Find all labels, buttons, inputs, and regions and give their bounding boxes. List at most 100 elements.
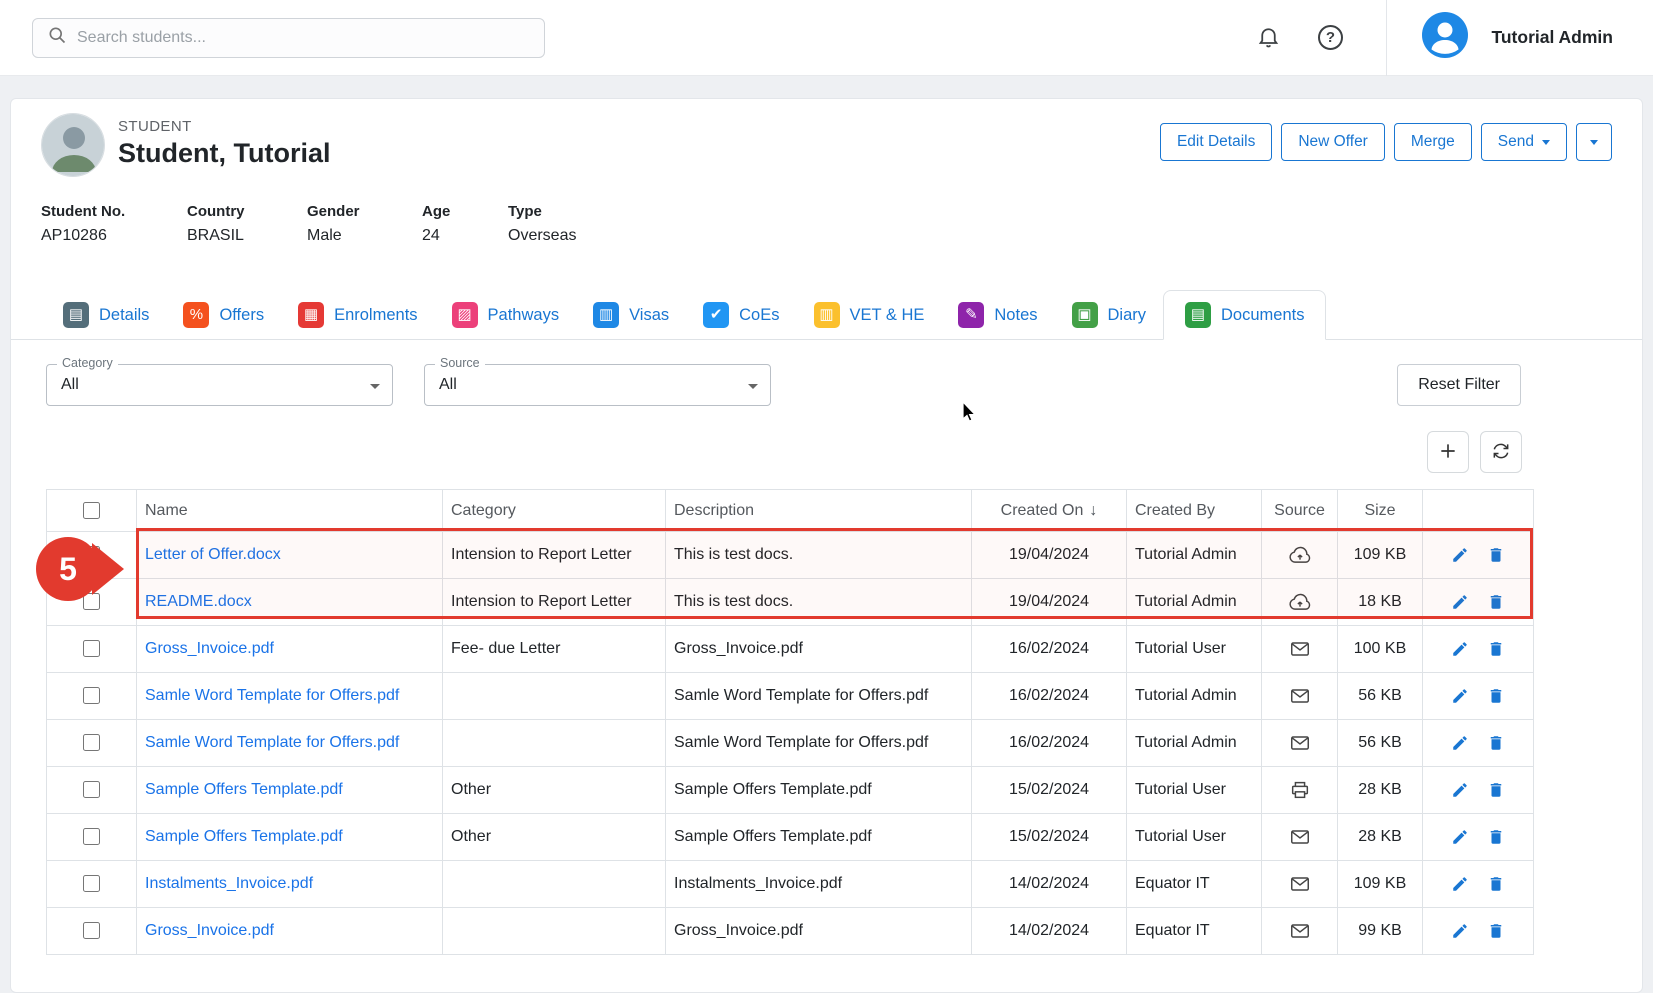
document-link[interactable]: Gross_Invoice.pdf [145,922,274,939]
table-row: Gross_Invoice.pdf Fee- due Letter Gross_… [47,626,1534,673]
refresh-button[interactable] [1480,431,1522,473]
column-header-category[interactable]: Category [443,490,666,532]
tab-enrolments[interactable]: ▦ Enrolments [281,291,434,339]
source-select[interactable]: Source All [424,364,771,406]
document-link[interactable]: Sample Offers Template.pdf [145,828,343,845]
document-link[interactable]: Letter of Offer.docx [145,546,281,563]
cloud-upload-icon [1289,544,1311,566]
column-header-description[interactable]: Description [666,490,972,532]
vet-he-icon: ▥ [814,302,840,328]
cell-category: Other [443,767,666,814]
delete-icon[interactable] [1487,640,1505,658]
help-button[interactable]: ? [1310,18,1350,58]
cell-size: 56 KB [1338,720,1423,767]
column-header-created-on[interactable]: Created On↓ [972,490,1127,532]
info-gender: Gender Male [307,203,422,245]
document-link[interactable]: Gross_Invoice.pdf [145,640,274,657]
delete-icon[interactable] [1487,734,1505,752]
more-actions-button[interactable] [1576,123,1612,161]
document-link[interactable]: Samle Word Template for Offers.pdf [145,734,399,751]
tab-pathways[interactable]: ▨ Pathways [435,291,577,339]
edit-icon[interactable] [1451,734,1469,752]
search-input[interactable] [77,29,530,47]
cell-created-by: Tutorial User [1127,767,1262,814]
cell-description: Gross_Invoice.pdf [666,626,972,673]
row-checkbox[interactable] [83,593,100,610]
edit-icon[interactable] [1451,875,1469,893]
edit-icon[interactable] [1451,922,1469,940]
document-link[interactable]: Sample Offers Template.pdf [145,781,343,798]
info-age: Age 24 [422,203,508,245]
tab-details[interactable]: ▤ Details [46,291,166,339]
tab-vet-he[interactable]: ▥ VET & HE [797,291,942,339]
documents-table-body: Letter of Offer.docx Intension to Report… [47,532,1534,955]
edit-icon[interactable] [1451,593,1469,611]
delete-icon[interactable] [1487,922,1505,940]
cell-created-on: 15/02/2024 [972,767,1127,814]
edit-icon[interactable] [1451,546,1469,564]
cell-category: Fee- due Letter [443,626,666,673]
student-search[interactable] [32,18,545,58]
edit-details-button[interactable]: Edit Details [1160,123,1272,161]
select-all-checkbox[interactable] [83,502,100,519]
delete-icon[interactable] [1487,875,1505,893]
notes-icon: ✎ [958,302,984,328]
row-checkbox[interactable] [83,828,100,845]
cell-description: Gross_Invoice.pdf [666,908,972,955]
cell-category [443,861,666,908]
edit-icon[interactable] [1451,828,1469,846]
delete-icon[interactable] [1487,687,1505,705]
cell-created-by: Tutorial Admin [1127,532,1262,579]
row-checkbox[interactable] [83,546,100,563]
edit-icon[interactable] [1451,781,1469,799]
row-checkbox[interactable] [83,734,100,751]
delete-icon[interactable] [1487,593,1505,611]
filter-row: Category All Source All Reset Filter [11,364,1642,406]
search-icon [47,25,67,50]
envelope-icon [1289,826,1311,848]
column-header-size[interactable]: Size [1338,490,1423,532]
edit-icon[interactable] [1451,640,1469,658]
tab-diary[interactable]: ▣ Diary [1055,291,1164,339]
notifications-button[interactable] [1248,18,1288,58]
delete-icon[interactable] [1487,828,1505,846]
delete-icon[interactable] [1487,781,1505,799]
cell-created-on: 19/04/2024 [972,579,1127,626]
document-link[interactable]: Samle Word Template for Offers.pdf [145,687,399,704]
user-menu[interactable]: Tutorial Admin [1387,11,1653,64]
edit-icon[interactable] [1451,687,1469,705]
row-checkbox[interactable] [83,640,100,657]
row-checkbox[interactable] [83,781,100,798]
document-link[interactable]: Instalments_Invoice.pdf [145,875,313,892]
cell-created-by: Tutorial User [1127,814,1262,861]
new-offer-button[interactable]: New Offer [1281,123,1385,161]
row-checkbox[interactable] [83,875,100,892]
cell-created-on: 19/04/2024 [972,532,1127,579]
tab-notes[interactable]: ✎ Notes [941,291,1054,339]
column-header-source[interactable]: Source [1262,490,1338,532]
cell-size: 28 KB [1338,767,1423,814]
column-header-name[interactable]: Name [137,490,443,532]
tab-visas[interactable]: ▥ Visas [576,291,686,339]
row-checkbox[interactable] [83,687,100,704]
document-link[interactable]: README.docx [145,593,252,610]
reset-filter-button[interactable]: Reset Filter [1397,364,1521,406]
delete-icon[interactable] [1487,546,1505,564]
diary-icon: ▣ [1072,302,1098,328]
merge-button[interactable]: Merge [1394,123,1472,161]
cell-created-by: Tutorial Admin [1127,579,1262,626]
column-header-created-by[interactable]: Created By [1127,490,1262,532]
table-row: Sample Offers Template.pdf Other Sample … [47,767,1534,814]
user-name: Tutorial Admin [1491,27,1613,48]
info-country: Country BRASIL [187,203,307,245]
tab-offers[interactable]: % Offers [166,291,281,339]
tab-coes[interactable]: ✔ CoEs [686,291,796,339]
cell-category [443,673,666,720]
category-select[interactable]: Category All [46,364,393,406]
add-document-button[interactable] [1427,431,1469,473]
student-header: STUDENT Student, Tutorial Edit Details N… [11,99,1642,177]
tab-documents[interactable]: ▤ Documents [1163,290,1326,340]
row-checkbox[interactable] [83,922,100,939]
send-button[interactable]: Send [1481,123,1567,161]
printer-icon [1289,779,1311,801]
